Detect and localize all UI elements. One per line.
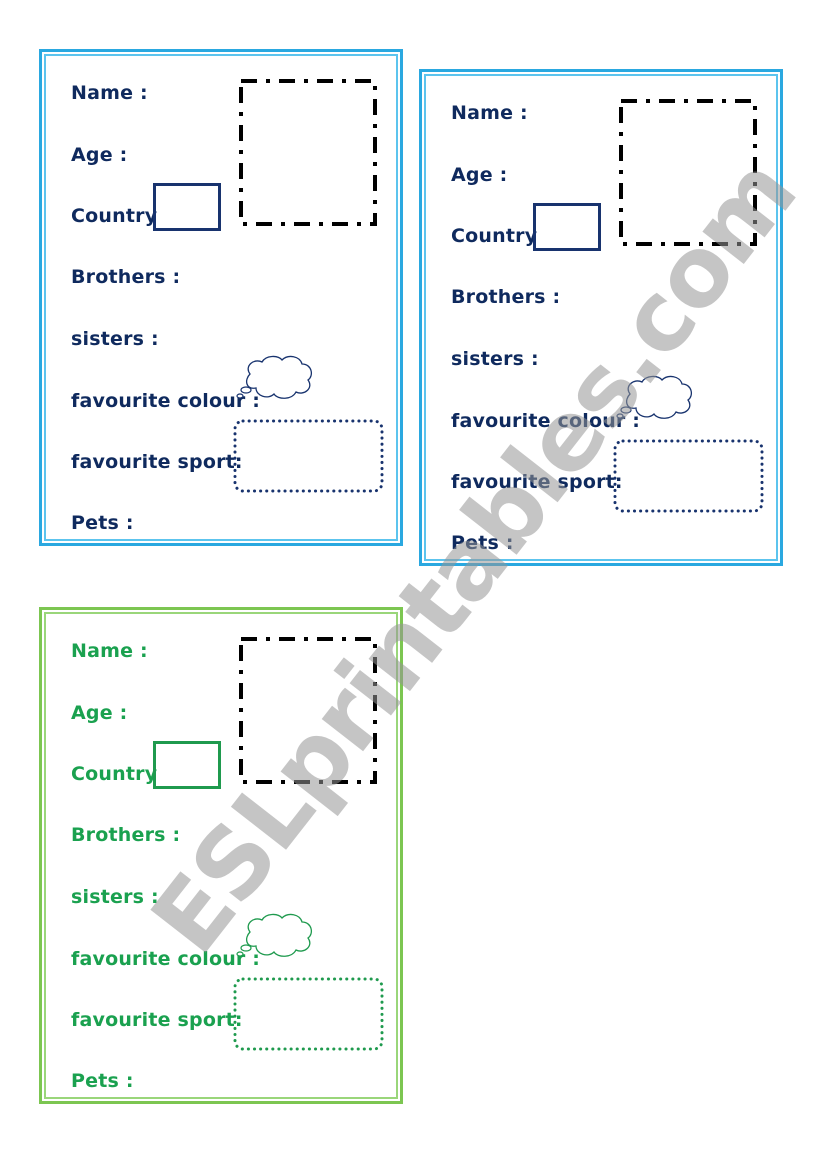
country-label: Country <box>451 225 538 247</box>
pets-label: Pets : <box>71 512 134 534</box>
country-box <box>533 203 601 251</box>
sport-drawing-box <box>233 419 384 493</box>
favourite-colour-label: favourite colour : <box>451 410 641 432</box>
id-card-2: Name : Age : Country Brothers : sisters … <box>419 69 783 566</box>
id-card-3: Name : Age : Country Brothers : sisters … <box>39 607 403 1104</box>
thought-cloud-icon <box>236 913 313 957</box>
brothers-label: Brothers : <box>71 266 181 288</box>
sisters-label: sisters : <box>451 348 539 370</box>
sport-drawing-box <box>233 977 384 1051</box>
brothers-label: Brothers : <box>451 286 561 308</box>
id-card-1: Name : Age : Country Brothers : sisters … <box>39 49 403 546</box>
brothers-label: Brothers : <box>71 824 181 846</box>
country-box <box>153 741 221 789</box>
country-label: Country <box>71 205 158 227</box>
favourite-sport-label: favourite sport: <box>451 471 623 493</box>
photo-box <box>239 79 377 226</box>
sport-drawing-box <box>613 439 764 513</box>
photo-box <box>239 637 377 784</box>
name-label: Name : <box>71 640 148 662</box>
sisters-label: sisters : <box>71 886 159 908</box>
favourite-colour-label: favourite colour : <box>71 390 261 412</box>
pets-label: Pets : <box>71 1070 134 1092</box>
photo-box <box>619 99 757 246</box>
name-label: Name : <box>451 102 528 124</box>
age-label: Age : <box>71 702 128 724</box>
country-label: Country <box>71 763 158 785</box>
favourite-sport-label: favourite sport: <box>71 451 243 473</box>
name-label: Name : <box>71 82 148 104</box>
age-label: Age : <box>71 144 128 166</box>
thought-cloud-icon <box>236 355 313 399</box>
favourite-colour-label: favourite colour : <box>71 948 261 970</box>
thought-cloud-icon <box>616 375 693 419</box>
country-box <box>153 183 221 231</box>
pets-label: Pets : <box>451 532 514 554</box>
age-label: Age : <box>451 164 508 186</box>
sisters-label: sisters : <box>71 328 159 350</box>
favourite-sport-label: favourite sport: <box>71 1009 243 1031</box>
